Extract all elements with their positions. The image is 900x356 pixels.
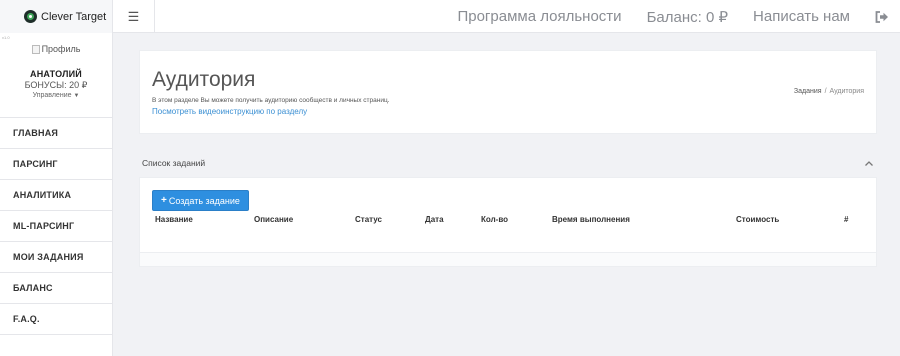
sidebar-menu: ГЛАВНАЯ ПАРСИНГ АНАЛИТИКА ML-ПАРСИНГ МОИ… xyxy=(0,117,112,335)
video-instruction-link[interactable]: Посмотреть видеоинструкцию по разделу xyxy=(152,107,307,116)
user-bonus: БОНУСЫ: 20 ₽ xyxy=(24,79,88,90)
column-header-date[interactable]: Дата xyxy=(425,215,444,224)
balance-link[interactable]: Баланс: 0 ₽ xyxy=(647,8,728,26)
column-header-description[interactable]: Описание xyxy=(254,215,293,224)
column-header-name[interactable]: Название xyxy=(155,215,193,224)
sidebar-item-parsing[interactable]: ПАРСИНГ xyxy=(0,149,112,180)
page-header-card: Аудитория В этом разделе Вы можете получ… xyxy=(139,50,877,134)
tasks-title: Список заданий xyxy=(142,158,206,168)
target-logo-icon xyxy=(24,10,37,23)
page-title: Аудитория xyxy=(152,68,256,91)
caret-down-icon: ▼ xyxy=(73,92,80,99)
sidebar-item-main[interactable]: ГЛАВНАЯ xyxy=(0,118,112,149)
column-header-quantity[interactable]: Кол-во xyxy=(481,215,508,224)
top-nav: Программа лояльности Баланс: 0 ₽ Написат… xyxy=(457,0,900,33)
menu-toggle-button[interactable]: ☰ xyxy=(113,0,155,33)
sidebar: v1.0 Профиль АНАТОЛИЙ БОНУСЫ: 20 ₽ Управ… xyxy=(0,33,113,356)
avatar-alt-text: Профиль xyxy=(41,44,81,54)
table-footer xyxy=(140,252,876,266)
contact-us-link[interactable]: Написать нам xyxy=(753,8,850,25)
tasks-section-header: Список заданий xyxy=(139,152,877,176)
plus-icon: + xyxy=(161,195,167,206)
column-header-duration[interactable]: Время выполнения xyxy=(552,215,630,224)
sidebar-item-ml-parsing[interactable]: ML-ПАРСИНГ xyxy=(0,211,112,242)
profile-block: v1.0 Профиль АНАТОЛИЙ БОНУСЫ: 20 ₽ Управ… xyxy=(0,33,112,117)
sidebar-item-balance[interactable]: БАЛАНС xyxy=(0,273,112,304)
column-header-cost[interactable]: Стоимость xyxy=(736,215,779,224)
tasks-card: + Создать задание Название Описание Стат… xyxy=(139,177,877,267)
breadcrumb-tasks-link[interactable]: Задания xyxy=(794,88,822,95)
sidebar-item-analytics[interactable]: АНАЛИТИКА xyxy=(0,180,112,211)
column-header-status[interactable]: Статус xyxy=(355,215,382,224)
column-header-actions[interactable]: # xyxy=(844,215,848,224)
page-description: В этом разделе Вы можете получить аудито… xyxy=(152,97,390,104)
avatar[interactable]: Профиль xyxy=(31,44,81,54)
sidebar-item-my-tasks[interactable]: МОИ ЗАДАНИЯ xyxy=(0,242,112,273)
user-name: АНАТОЛИЙ xyxy=(30,68,82,79)
sidebar-item-faq[interactable]: F.A.Q. xyxy=(0,304,112,335)
broken-image-icon xyxy=(31,44,40,54)
chevron-up-icon[interactable] xyxy=(864,156,874,166)
breadcrumb-separator: / xyxy=(824,88,827,95)
manage-dropdown[interactable]: Управление ▼ xyxy=(0,92,112,99)
version-label: v1.0 xyxy=(2,35,10,40)
create-task-label: Создать задание xyxy=(168,195,240,206)
top-bar: Clever Target ☰ Программа лояльности Бал… xyxy=(0,0,900,33)
breadcrumb: Задания / Аудитория xyxy=(794,88,864,95)
loyalty-program-link[interactable]: Программа лояльности xyxy=(457,8,621,25)
breadcrumb-current: Аудитория xyxy=(829,88,864,95)
hamburger-icon: ☰ xyxy=(127,8,140,24)
create-task-button[interactable]: + Создать задание xyxy=(152,190,249,211)
brand-logo-link[interactable]: Clever Target xyxy=(0,0,113,33)
logout-icon[interactable] xyxy=(875,10,889,24)
brand-name: Clever Target xyxy=(41,10,107,23)
manage-label: Управление xyxy=(32,91,72,99)
